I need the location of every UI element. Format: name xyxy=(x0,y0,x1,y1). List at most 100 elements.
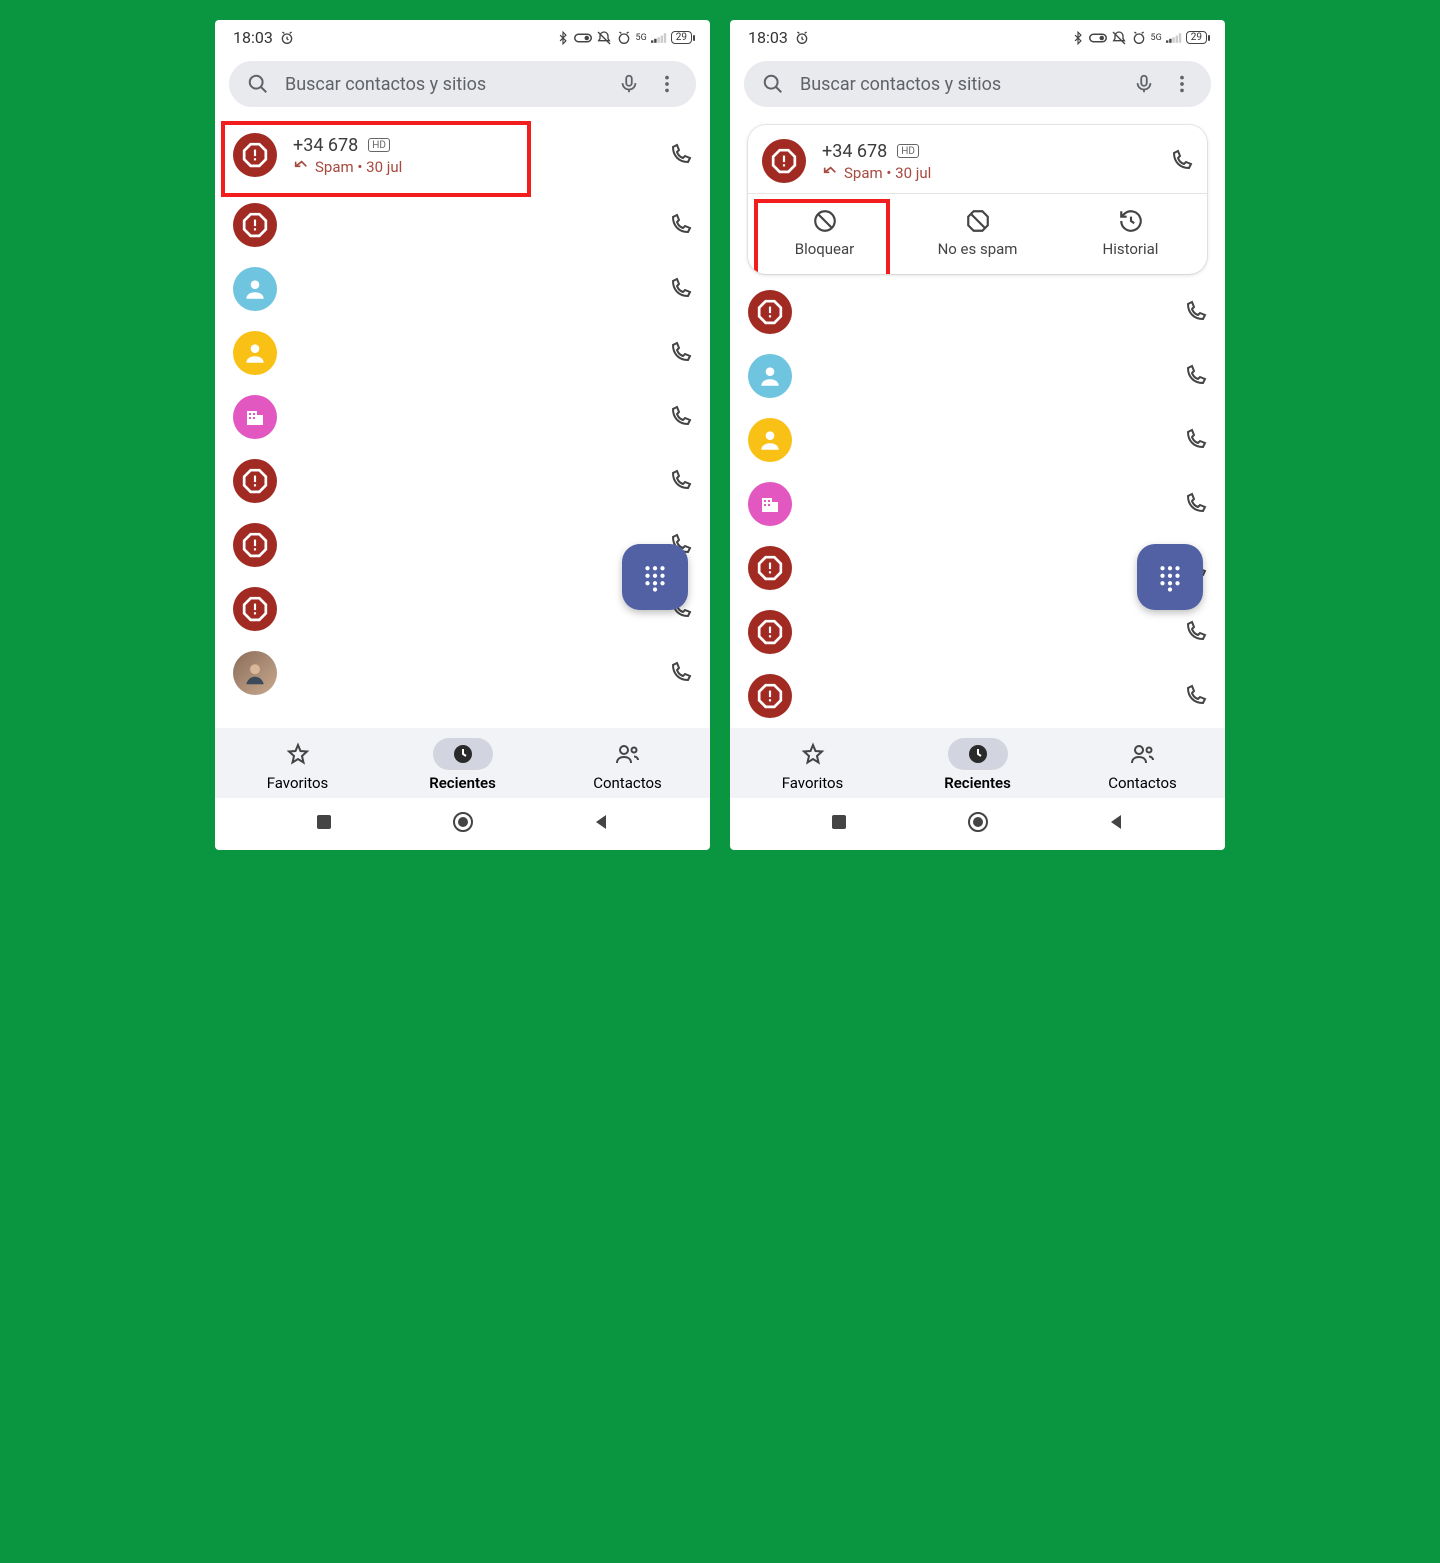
avatar-building xyxy=(748,482,792,526)
call-row[interactable] xyxy=(734,280,1221,344)
avatar-photo xyxy=(233,651,277,695)
more-icon[interactable] xyxy=(1171,73,1193,95)
phone-left: 18:03 5G 29 Buscar contactos y sitios xyxy=(215,20,710,850)
block-icon xyxy=(812,208,838,234)
dialpad-fab[interactable] xyxy=(622,544,688,610)
notspam-icon xyxy=(965,208,991,234)
nav-label: Contactos xyxy=(593,774,662,792)
avatar-spam xyxy=(748,610,792,654)
nav-label: Recientes xyxy=(944,774,1011,792)
call-row[interactable] xyxy=(219,257,706,321)
avatar-spam xyxy=(748,546,792,590)
nav-contacts[interactable]: Contactos xyxy=(1060,738,1225,792)
avatar-person xyxy=(748,354,792,398)
avatar-person xyxy=(233,267,277,311)
call-row[interactable] xyxy=(734,472,1221,536)
avatar-spam xyxy=(233,587,277,631)
status-time: 18:03 xyxy=(233,28,273,47)
search-icon xyxy=(762,73,784,95)
call-icon[interactable] xyxy=(668,341,692,365)
net-label: 5G xyxy=(1151,33,1162,43)
call-icon[interactable] xyxy=(1183,364,1207,388)
contacts-icon xyxy=(1130,742,1156,766)
dialpad-fab[interactable] xyxy=(1137,544,1203,610)
star-icon xyxy=(801,742,825,766)
avatar-spam xyxy=(748,290,792,334)
call-number: +34 678 xyxy=(822,141,887,162)
call-row[interactable] xyxy=(734,344,1221,408)
call-row[interactable]: +34 678 HD Spam • 30 jul xyxy=(748,125,1207,193)
back-button[interactable] xyxy=(1107,812,1127,832)
dnd-icon xyxy=(1111,30,1127,46)
call-icon[interactable] xyxy=(1183,428,1207,452)
call-row[interactable]: +34 678 HD Spam • 30 jul xyxy=(219,117,706,193)
bottom-nav: Favoritos Recientes Contactos xyxy=(730,728,1225,798)
call-icon[interactable] xyxy=(668,277,692,301)
recent-apps-button[interactable] xyxy=(314,812,334,832)
bluetooth-icon xyxy=(1071,31,1085,45)
action-history[interactable]: Historial xyxy=(1054,194,1207,274)
battery-indicator: 29 xyxy=(671,31,692,44)
missed-icon xyxy=(293,159,309,175)
call-number: +34 678 xyxy=(293,135,358,156)
call-row[interactable] xyxy=(734,408,1221,472)
call-icon[interactable] xyxy=(1169,149,1193,173)
avatar-spam xyxy=(233,203,277,247)
signal-icon xyxy=(651,32,667,44)
hd-badge: HD xyxy=(368,138,390,152)
call-sub: Spam • 30 jul xyxy=(315,158,402,176)
call-icon[interactable] xyxy=(668,469,692,493)
mic-icon[interactable] xyxy=(618,73,640,95)
call-row[interactable] xyxy=(219,641,706,705)
avatar-person xyxy=(748,418,792,462)
more-icon[interactable] xyxy=(656,73,678,95)
battery-indicator: 29 xyxy=(1186,31,1207,44)
recent-apps-button[interactable] xyxy=(829,812,849,832)
avatar-spam xyxy=(762,139,806,183)
nav-recents[interactable]: Recientes xyxy=(895,738,1060,792)
call-icon[interactable] xyxy=(668,661,692,685)
alarm2-icon xyxy=(616,30,632,46)
nav-label: Favoritos xyxy=(782,774,844,792)
home-button[interactable] xyxy=(451,810,475,834)
alarm2-icon xyxy=(1131,30,1147,46)
dialpad-icon xyxy=(1155,562,1185,592)
call-icon[interactable] xyxy=(668,143,692,167)
expanded-call-card: +34 678 HD Spam • 30 jul Bloquear xyxy=(748,125,1207,274)
search-bar[interactable]: Buscar contactos y sitios xyxy=(229,61,696,107)
mic-icon[interactable] xyxy=(1133,73,1155,95)
nav-contacts[interactable]: Contactos xyxy=(545,738,710,792)
call-row[interactable] xyxy=(219,449,706,513)
nav-favorites[interactable]: Favoritos xyxy=(730,738,895,792)
call-icon[interactable] xyxy=(668,213,692,237)
call-row[interactable] xyxy=(219,321,706,385)
call-row[interactable] xyxy=(734,664,1221,728)
avatar-person xyxy=(233,331,277,375)
call-icon[interactable] xyxy=(1183,620,1207,644)
avatar-spam xyxy=(233,459,277,503)
call-icon[interactable] xyxy=(668,405,692,429)
call-row[interactable] xyxy=(219,385,706,449)
call-icon[interactable] xyxy=(1183,684,1207,708)
home-button[interactable] xyxy=(966,810,990,834)
call-icon[interactable] xyxy=(1183,492,1207,516)
back-button[interactable] xyxy=(592,812,612,832)
bottom-nav: Favoritos Recientes Contactos xyxy=(215,728,710,798)
action-block[interactable]: Bloquear xyxy=(748,194,901,274)
hd-badge: HD xyxy=(897,144,919,158)
signal-icon xyxy=(1166,32,1182,44)
alarm-icon xyxy=(794,30,810,46)
status-bar: 18:03 5G 29 xyxy=(730,20,1225,51)
pill-icon xyxy=(574,32,592,44)
nav-recents[interactable]: Recientes xyxy=(380,738,545,792)
call-list-left: +34 678 HD Spam • 30 jul xyxy=(215,117,710,728)
action-notspam[interactable]: No es spam xyxy=(901,194,1054,274)
call-row[interactable] xyxy=(734,600,1221,664)
call-list-right: +34 678 HD Spam • 30 jul Bloquear xyxy=(730,117,1225,728)
nav-favorites[interactable]: Favoritos xyxy=(215,738,380,792)
call-row[interactable] xyxy=(219,193,706,257)
search-bar[interactable]: Buscar contactos y sitios xyxy=(744,61,1211,107)
net-label: 5G xyxy=(636,33,647,43)
call-icon[interactable] xyxy=(1183,300,1207,324)
nav-label: Favoritos xyxy=(267,774,329,792)
